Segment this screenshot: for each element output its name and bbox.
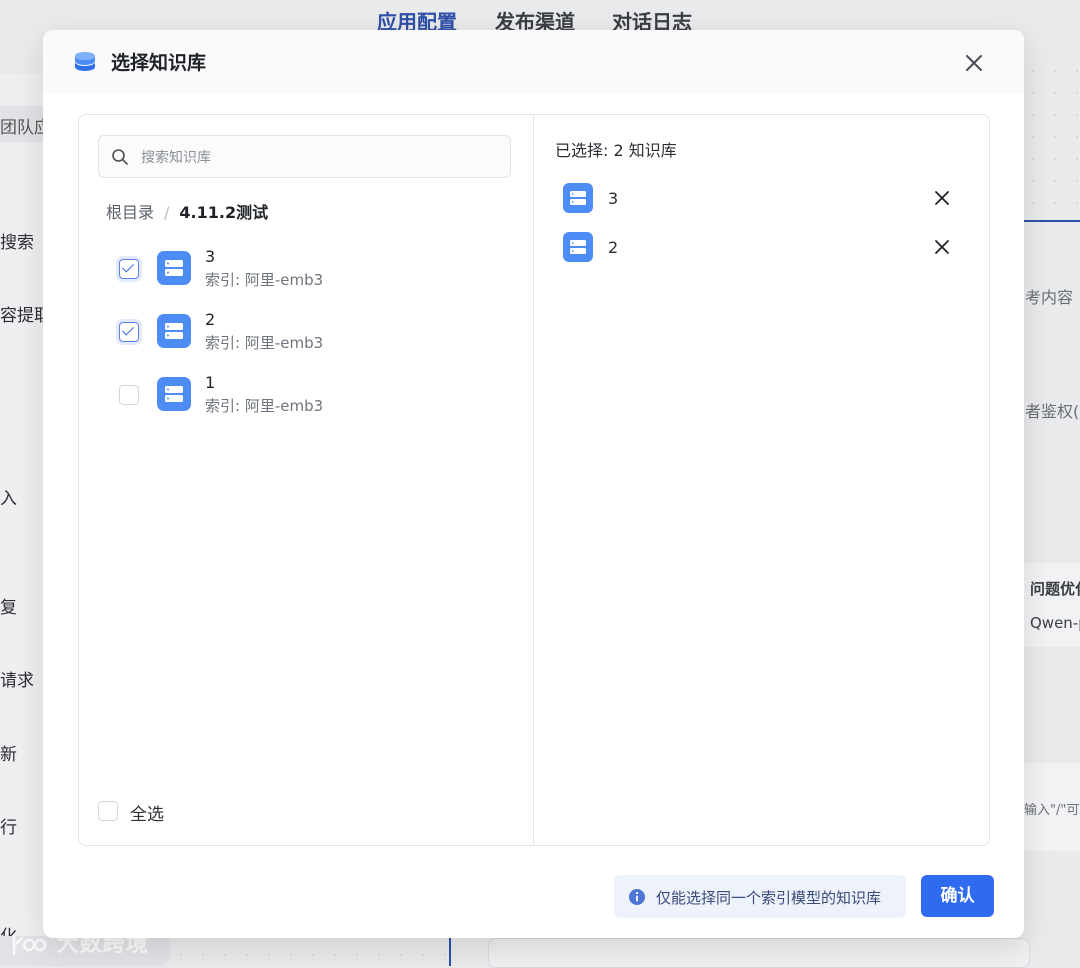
info-icon [629,889,645,905]
bg-left-item: 请求 [0,671,34,691]
bg-left-item: 行 [0,818,17,838]
bg-left-item: 入 [0,489,17,509]
background-right-card: 输入"/"可 [1020,763,1080,851]
kb-checkbox[interactable] [119,322,139,342]
kb-list-item[interactable]: 1 索引: 阿里-emb3 [115,371,495,423]
close-icon[interactable] [959,48,989,78]
remove-icon[interactable] [933,238,951,256]
breadcrumb: 根目录 / 4.11.2测试 [106,199,268,223]
select-all-checkbox[interactable] [98,801,118,821]
tip-text: 仅能选择同一个索引模型的知识库 [656,889,882,907]
bg-left-item: 复 [0,598,17,618]
knowledge-base-icon [157,251,191,285]
bg-right-item: 问题优化 [1030,580,1080,598]
kb-index-meta: 索引: 阿里-emb3 [205,271,324,289]
breadcrumb-separator: / [164,203,170,222]
search-input[interactable] [139,136,503,179]
panel-divider [533,115,534,845]
selected-item: 2 [563,232,963,264]
selected-item-name: 2 [608,238,619,257]
bg-left-item: 搜索 [0,233,34,253]
knowledge-base-icon [563,183,593,213]
background-right-card: 问题优化 Qwen-p [1020,563,1080,647]
search-icon [112,149,128,165]
kb-index-meta: 索引: 阿里-emb3 [205,397,324,415]
bg-right-item: 考内容 [1025,288,1074,307]
kb-index-meta: 索引: 阿里-emb3 [205,334,324,352]
selected-item-name: 3 [608,189,619,208]
background-connector-line [1024,220,1080,222]
remove-icon[interactable] [933,189,951,207]
background-bottom-dots [170,944,450,966]
dialog-content-box: 根目录 / 4.11.2测试 3 索引: 阿里-emb3 2 索引: 阿里-emb3 [78,114,990,846]
bg-right-item: 者鉴权( [1025,402,1080,421]
selected-item: 3 [563,183,963,215]
dialog-header: 选择知识库 [43,30,1024,94]
kb-list-item[interactable]: 2 索引: 阿里-emb3 [115,308,495,360]
dialog-title: 选择知识库 [111,52,207,74]
kb-checkbox[interactable] [119,385,139,405]
select-knowledge-base-dialog: 选择知识库 根目录/4.11.2测试 3 索引: [43,30,1024,938]
kb-name: 2 [205,310,216,329]
bg-right-item: 输入"/"可 [1024,803,1080,818]
confirm-button[interactable]: 确认 [921,875,994,917]
knowledge-base-icon [563,232,593,262]
index-model-tip: 仅能选择同一个索引模型的知识库 [614,875,906,918]
breadcrumb-root[interactable]: 根目录 [106,203,154,222]
select-all-label: 全选 [130,805,164,825]
kb-name: 1 [205,373,216,392]
knowledge-base-icon [157,377,191,411]
background-canvas-dots [1022,60,1080,220]
background-connector-line [449,938,451,966]
bg-right-item: Qwen-p [1030,614,1080,632]
selected-count-header: 已选择: 2 知识库 [555,141,677,160]
search-box[interactable] [98,135,511,179]
kb-checkbox[interactable] [119,259,139,279]
knowledge-base-icon [157,314,191,348]
watermark-logo-icon [12,934,47,956]
kb-list-item[interactable]: 3 索引: 阿里-emb3 [115,245,495,297]
breadcrumb-current: 4.11.2测试 [179,203,269,222]
kb-name: 3 [205,247,216,266]
database-stack-icon [75,52,95,71]
background-bottom-input [488,938,1030,968]
bg-left-item: 新 [0,745,17,765]
